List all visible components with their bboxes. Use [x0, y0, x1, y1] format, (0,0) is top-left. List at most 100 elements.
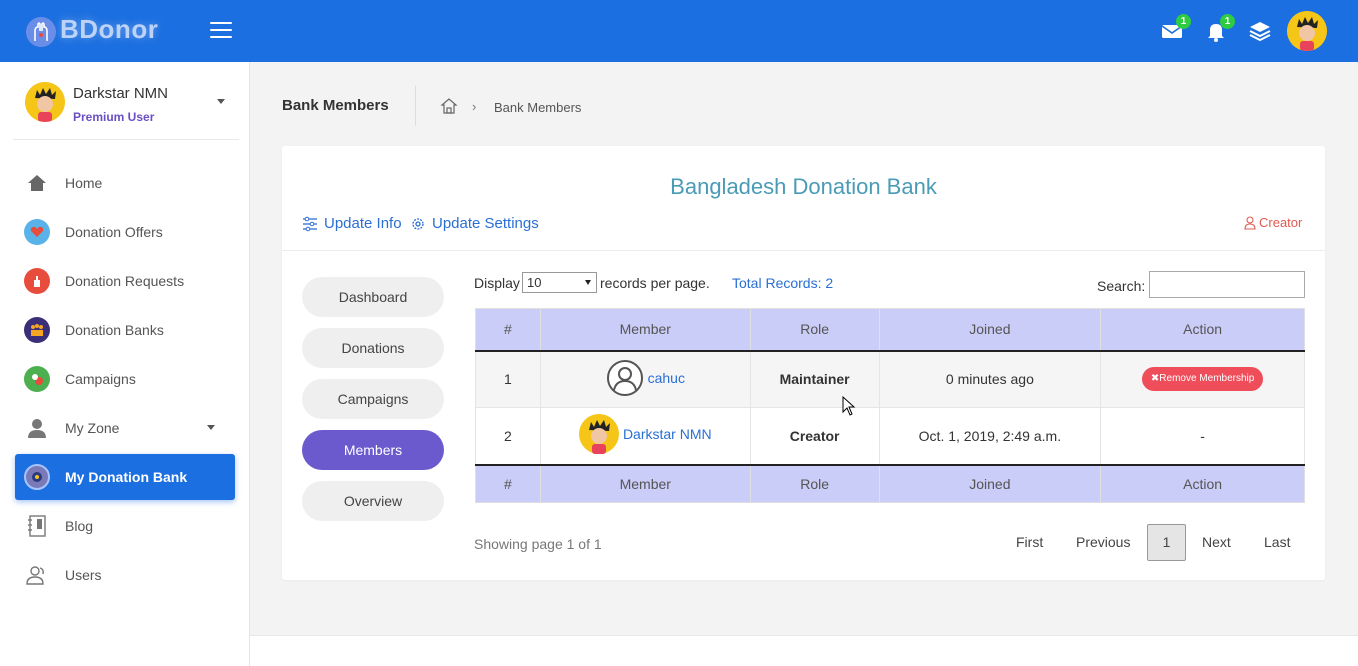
table-footer-row: # Member Role Joined Action — [475, 463, 1305, 503]
sidebar-item-campaigns[interactable]: Campaigns — [15, 356, 235, 402]
breadcrumb-home-icon[interactable] — [440, 97, 458, 115]
table-header-row: # Member Role Joined Action — [475, 308, 1305, 352]
row-action: - — [1100, 407, 1305, 465]
column-header-num[interactable]: # — [475, 308, 541, 352]
mail-badge: 1 — [1176, 14, 1191, 29]
user-avatar — [25, 82, 65, 122]
notebook-icon — [24, 513, 50, 539]
top-navbar: BDonor 1 1 — [0, 0, 1358, 62]
records-per-page-select[interactable]: 10 — [522, 272, 597, 293]
column-header-member[interactable]: Member — [539, 308, 751, 352]
pagination-previous[interactable]: Previous — [1076, 534, 1130, 550]
sidebar-item-label: My Zone — [65, 420, 120, 436]
sidebar-item-label: Home — [65, 175, 103, 191]
tab-dashboard[interactable]: Dashboard — [302, 277, 444, 317]
member-link[interactable]: Darkstar NMN — [623, 426, 712, 442]
column-footer-role: Role — [749, 463, 880, 503]
tab-members[interactable]: Members — [302, 430, 444, 470]
remove-membership-button[interactable]: ✖Remove Membership — [1141, 367, 1264, 392]
row-member: cahuc — [539, 350, 751, 408]
display-label: Display — [474, 275, 520, 291]
total-records: Total Records: 2 — [732, 275, 834, 291]
sidebar: Darkstar NMN Premium User Home Donation … — [0, 62, 250, 666]
sidebar-item-donation-offers[interactable]: Donation Offers — [15, 209, 235, 255]
row-role: Creator — [749, 407, 880, 465]
member-link[interactable]: cahuc — [648, 370, 685, 386]
sidebar-item-label: Donation Banks — [65, 322, 164, 338]
bell-icon[interactable]: 1 — [1205, 14, 1235, 42]
pagination-info: Showing page 1 of 1 — [474, 536, 602, 552]
update-info-label: Update Info — [324, 215, 402, 232]
pagination-next[interactable]: Next — [1202, 534, 1231, 550]
layers-icon[interactable] — [1249, 20, 1271, 42]
update-settings-label: Update Settings — [432, 215, 539, 232]
default-avatar-icon — [606, 359, 643, 396]
header-divider — [415, 86, 416, 126]
users-icon — [24, 562, 50, 588]
row-num: 1 — [475, 350, 541, 408]
mouse-cursor-icon — [842, 395, 856, 419]
page-title: Bank Members — [282, 97, 389, 114]
row-action: ✖Remove Membership — [1100, 350, 1305, 408]
column-header-role[interactable]: Role — [749, 308, 880, 352]
members-table: # Member Role Joined Action 1 cahuc Main… — [475, 308, 1305, 503]
sidebar-item-label: Users — [65, 567, 102, 583]
pagination-last[interactable]: Last — [1264, 534, 1290, 550]
brand-name[interactable]: BDonor — [60, 14, 158, 45]
sidebar-item-users[interactable]: Users — [15, 552, 235, 598]
per-page-label: records per page. — [600, 275, 710, 291]
sidebar-item-my-zone[interactable]: My Zone — [15, 405, 235, 451]
table-row: 2 Darkstar NMN Creator Oct. 1, 2019, 2:4… — [475, 407, 1305, 465]
user-role: Premium User — [73, 110, 155, 124]
user-block[interactable]: Darkstar NMN Premium User — [13, 74, 239, 140]
menu-toggle-icon[interactable] — [210, 22, 232, 40]
brand-logo-icon[interactable] — [26, 17, 56, 47]
column-header-joined[interactable]: Joined — [878, 308, 1102, 352]
search-input[interactable] — [1149, 271, 1305, 298]
sidebar-item-donation-requests[interactable]: Donation Requests — [15, 258, 235, 304]
people-bank-icon — [24, 317, 50, 343]
home-icon — [24, 170, 50, 196]
tab-donations[interactable]: Donations — [302, 328, 444, 368]
tab-campaigns[interactable]: Campaigns — [302, 379, 444, 419]
bank-title: Bangladesh Donation Bank — [670, 174, 937, 199]
user-icon — [24, 415, 50, 441]
sidebar-item-donation-banks[interactable]: Donation Banks — [15, 307, 235, 353]
user-outline-icon — [1244, 215, 1256, 230]
sidebar-item-my-donation-bank[interactable]: My Donation Bank — [15, 454, 235, 500]
tab-overview[interactable]: Overview — [302, 481, 444, 521]
row-joined: Oct. 1, 2019, 2:49 a.m. — [878, 407, 1102, 465]
sidebar-item-label: Blog — [65, 518, 94, 534]
sidebar-item-blog[interactable]: Blog — [15, 503, 235, 549]
update-info-link[interactable]: Update Info — [302, 215, 402, 232]
pagination-current-page[interactable]: 1 — [1147, 524, 1186, 561]
gear-icon — [412, 217, 424, 230]
row-role: Maintainer — [749, 350, 880, 408]
chevron-down-icon[interactable] — [217, 99, 225, 104]
heart-hand-icon — [24, 219, 50, 245]
profile-avatar[interactable] — [1287, 11, 1327, 51]
card-divider — [282, 250, 1325, 251]
row-num: 2 — [475, 407, 541, 465]
campaign-icon — [24, 366, 50, 392]
creator-label: Creator — [1244, 215, 1302, 230]
mail-icon[interactable]: 1 — [1161, 14, 1191, 42]
sidebar-item-home[interactable]: Home — [15, 160, 235, 206]
brand-area: BDonor — [0, 0, 250, 62]
bank-badge-icon — [24, 464, 50, 490]
sidebar-item-label: Campaigns — [65, 371, 136, 387]
column-footer-num: # — [475, 463, 541, 503]
row-member: Darkstar NMN — [539, 407, 751, 465]
column-footer-member: Member — [539, 463, 751, 503]
update-settings-link[interactable]: Update Settings — [410, 215, 539, 232]
breadcrumb-current: Bank Members — [494, 100, 582, 115]
sidebar-item-label: Donation Offers — [65, 224, 163, 240]
column-header-action[interactable]: Action — [1100, 308, 1305, 352]
sidebar-item-label: Donation Requests — [65, 273, 185, 289]
column-footer-joined: Joined — [878, 463, 1102, 503]
chevron-down-icon — [207, 425, 215, 430]
table-row: 1 cahuc Maintainer 0 minutes ago ✖Remove… — [475, 350, 1305, 408]
user-name: Darkstar NMN — [73, 85, 169, 102]
member-avatar-icon — [578, 414, 619, 455]
pagination-first[interactable]: First — [1016, 534, 1043, 550]
